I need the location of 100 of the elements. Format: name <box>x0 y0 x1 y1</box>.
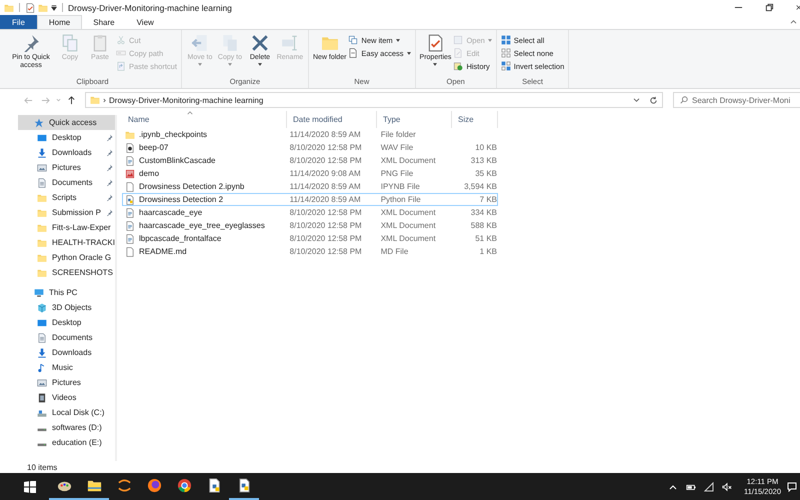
file-name: README.md <box>138 247 188 256</box>
nav-item[interactable]: Downloads <box>18 145 115 160</box>
nav-item[interactable]: Documents <box>18 175 115 190</box>
nav-item[interactable]: Pictures <box>18 160 115 175</box>
type-cell-text: WAV File <box>380 143 414 152</box>
folder-icon <box>86 478 102 493</box>
nav-item[interactable]: Fitt-s-Law-Exper <box>18 220 115 235</box>
file-row[interactable]: .ipynb_checkpoints 11/14/2020 8:59 AM File folder <box>122 128 498 141</box>
size-cell: 3,594 KB <box>464 182 497 191</box>
file-row[interactable]: lbpcascade_frontalface 8/10/2020 12:58 PM XML Document 51 KB <box>122 232 498 245</box>
nav-item[interactable]: HEALTH-TRACKI <box>18 235 115 250</box>
open-icon <box>453 35 464 45</box>
search-icon <box>680 96 688 104</box>
nav-item[interactable]: Videos <box>18 390 115 405</box>
rename-icon <box>280 34 299 52</box>
nav-item[interactable]: Python Oracle G <box>18 250 115 265</box>
nav-item[interactable]: education (E:) <box>18 435 115 450</box>
restore-icon[interactable] <box>765 3 774 12</box>
date-cell-text: 11/14/2020 9:08 AM <box>288 169 362 178</box>
file-row[interactable]: Drowsiness Detection 2 11/14/2020 8:59 AM Python File 7 KB <box>122 193 498 206</box>
file-row[interactable]: beep-07 8/10/2020 12:58 PM WAV File 10 KB <box>122 141 498 154</box>
audio-file-icon <box>125 142 135 152</box>
delete-icon <box>250 34 269 52</box>
file-name: lbpcascade_frontalface <box>138 234 222 243</box>
up-arrow-icon[interactable] <box>67 96 76 104</box>
type-cell-text: MD File <box>380 247 410 256</box>
folder-icon <box>4 2 14 12</box>
column-header[interactable]: Type <box>377 111 452 128</box>
nav-item[interactable]: softwares (D:) <box>18 420 115 435</box>
shortcut-icon <box>116 61 126 71</box>
caret-icon <box>406 52 411 54</box>
size-cell: 313 KB <box>470 156 497 165</box>
folder-icon <box>37 208 47 218</box>
size-cell: 51 KB <box>475 234 497 243</box>
folder-icon <box>90 95 100 105</box>
document-icon <box>125 182 135 192</box>
xml-file-icon <box>125 156 135 166</box>
windows-start-icon[interactable] <box>24 480 36 492</box>
properties-icon <box>426 34 444 52</box>
file-name: Drowsiness Detection 2 <box>138 195 224 204</box>
chevron-down-icon[interactable] <box>633 98 640 102</box>
nav-item[interactable]: Local Disk (C:) <box>18 405 115 420</box>
nav-item[interactable]: Submission P <box>18 205 115 220</box>
nav-item[interactable]: Quick access <box>18 115 115 130</box>
nav-item[interactable]: SCREENSHOTS <box>18 265 115 280</box>
close-icon[interactable] <box>796 3 800 12</box>
file-row[interactable]: demo 11/14/2020 9:08 AM PNG File 35 KB <box>122 167 498 180</box>
wifi-icon[interactable] <box>704 482 714 492</box>
date-cell-text: 11/14/2020 8:59 AM <box>288 195 362 204</box>
pictures-icon <box>37 378 47 388</box>
properties-icon[interactable] <box>25 2 35 12</box>
file-name: CustomBlinkCascade <box>138 156 216 165</box>
window-title: Drowsy-Driver-Monitoring-machine learning <box>68 2 232 12</box>
type-cell-text: IPYNB File <box>380 182 421 191</box>
nav-item[interactable]: Desktop <box>18 130 115 145</box>
chevron-icon <box>103 98 106 102</box>
dropdown-icon[interactable] <box>51 4 57 10</box>
address-bar[interactable]: Drowsy-Driver-Monitoring-machine learning <box>85 92 663 108</box>
nav-item[interactable]: Pictures <box>18 375 115 390</box>
column-header[interactable]: Date modified <box>287 111 377 128</box>
file-row[interactable]: haarcascade_eye_tree_eyeglasses 8/10/2020 12:58 PM XML Document 588 KB <box>122 219 498 232</box>
desktop-icon <box>37 318 47 328</box>
nav-item[interactable]: Desktop <box>18 315 115 330</box>
caret-icon <box>258 63 262 66</box>
date-cell-text: 11/14/2020 8:59 AM <box>288 130 362 139</box>
caret-icon <box>433 63 438 66</box>
refresh-icon[interactable] <box>649 96 658 104</box>
ribbon-tab[interactable]: Home <box>36 15 82 29</box>
nav-item[interactable]: Scripts <box>18 190 115 205</box>
nav-item[interactable]: 3D Objects <box>18 300 115 315</box>
file-row[interactable]: README.md 8/10/2020 12:58 PM MD File 1 KB <box>122 245 498 258</box>
nav-item[interactable]: Music <box>18 360 115 375</box>
pin-icon <box>106 194 113 201</box>
file-row[interactable]: Drowsiness Detection 2.ipynb 11/14/2020 8:59 AM IPYNB File 3,594 KB <box>122 180 498 193</box>
date-cell-text: 8/10/2020 12:58 PM <box>288 234 363 243</box>
type-cell-text: File folder <box>380 130 417 139</box>
muted-speaker-icon[interactable] <box>722 482 732 492</box>
computer-icon <box>34 288 44 298</box>
pin-icon <box>106 134 113 141</box>
copy-icon <box>61 34 79 52</box>
pin-icon <box>106 149 113 156</box>
size-cell: 7 KB <box>480 195 497 204</box>
copy-to-icon <box>220 34 239 52</box>
type-cell-text: XML Document <box>380 208 437 217</box>
file-row[interactable]: haarcascade_eye 8/10/2020 12:58 PM XML Document 334 KB <box>122 206 498 219</box>
nav-item[interactable]: This PC <box>18 285 115 300</box>
collapse-ribbon-icon[interactable] <box>790 19 797 24</box>
xml-file-icon <box>125 208 135 218</box>
nav-item[interactable]: Downloads <box>18 345 115 360</box>
file-name: Drowsiness Detection 2.ipynb <box>138 182 246 191</box>
ribbon-tab[interactable]: File <box>0 15 37 29</box>
nav-item[interactable]: Documents <box>18 330 115 345</box>
column-header[interactable]: Name <box>122 111 287 128</box>
ribbon-tab[interactable]: Share <box>82 15 126 29</box>
ribbon-tab[interactable]: View <box>126 15 165 29</box>
file-row[interactable]: CustomBlinkCascade 8/10/2020 12:58 PM XML Document 313 KB <box>122 154 498 167</box>
search-field[interactable]: Search Drowsy-Driver-Moni <box>673 92 800 108</box>
caret-icon <box>228 63 232 66</box>
column-header[interactable]: Size <box>452 111 498 128</box>
notification-icon[interactable] <box>787 482 797 492</box>
